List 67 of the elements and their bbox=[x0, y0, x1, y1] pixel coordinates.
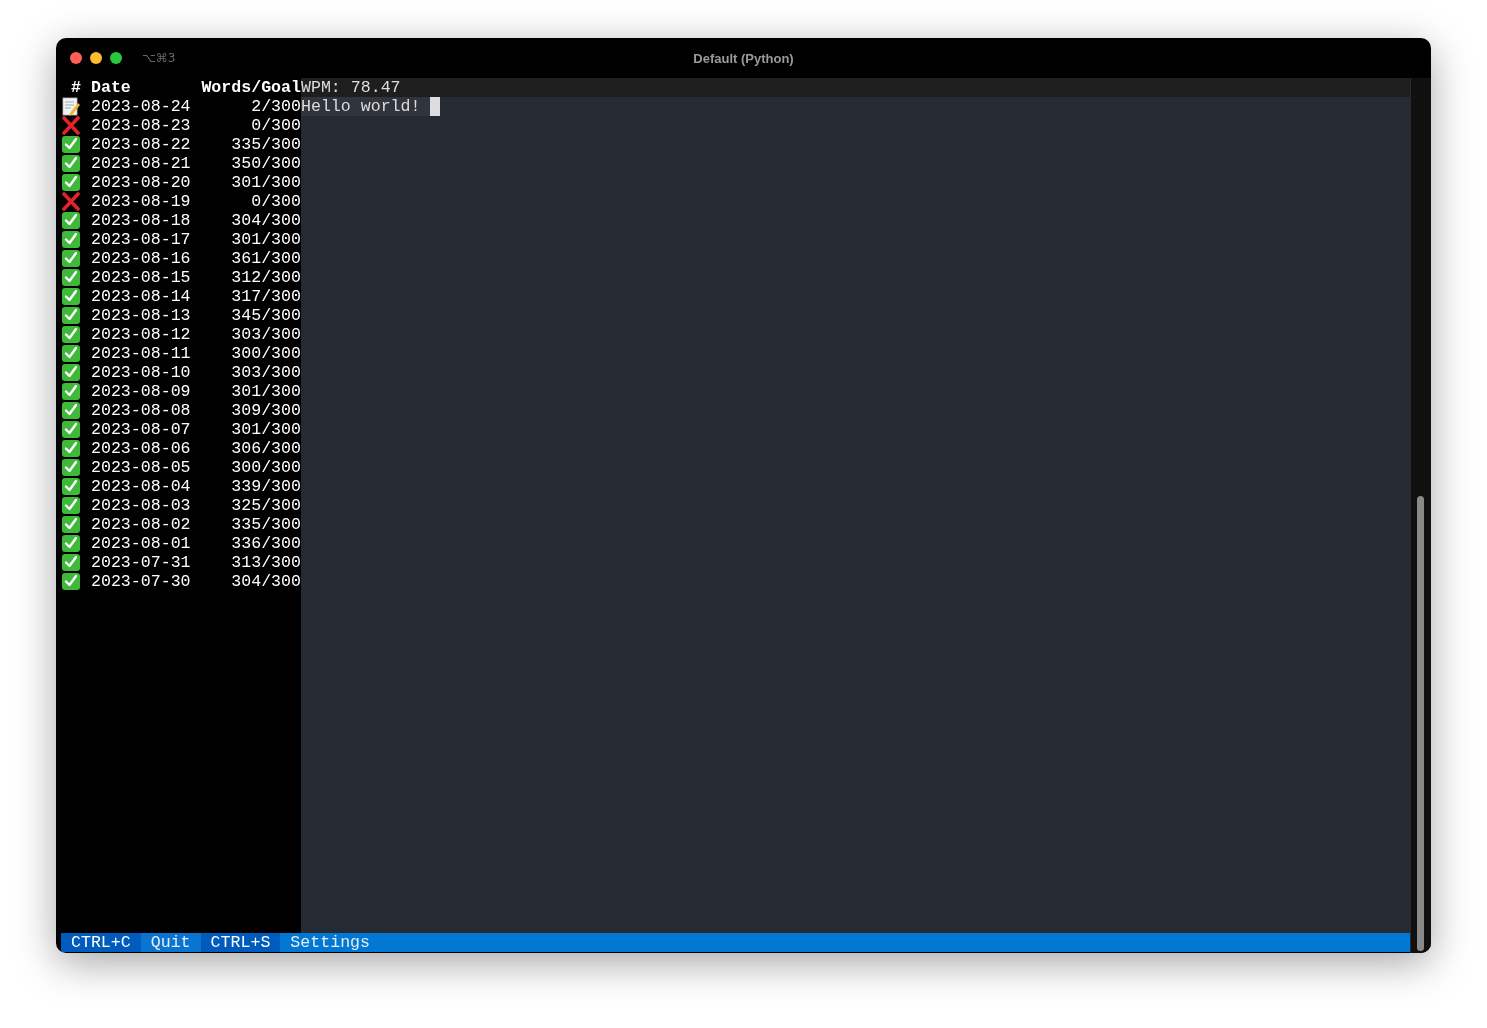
date-cell: 2023-08-22 bbox=[91, 135, 191, 154]
tab-shortcut: ⌥⌘3 bbox=[142, 51, 176, 65]
word-count-cell-text: 301/300 bbox=[230, 420, 301, 439]
scrollbar-thumb[interactable] bbox=[1417, 496, 1424, 951]
shortcut-key[interactable]: CTRL+S bbox=[200, 933, 281, 952]
date-cell: 2023-08-13 bbox=[91, 306, 191, 325]
date-cell: 2023-08-14 bbox=[91, 287, 191, 306]
column-header: Words/Goal bbox=[200, 78, 301, 97]
date-cell: 2023-08-07 bbox=[91, 420, 191, 439]
minimize-button[interactable] bbox=[90, 52, 102, 64]
close-button[interactable] bbox=[70, 52, 82, 64]
date-cell: 2023-08-08 bbox=[91, 401, 191, 420]
date-cell: 2023-08-12 bbox=[91, 325, 191, 344]
word-count-cell-text: 361/300 bbox=[230, 249, 301, 268]
word-count-cell-text: 309/300 bbox=[230, 401, 301, 420]
date-cell: 2023-07-31 bbox=[91, 553, 191, 572]
date-cell: 2023-08-06 bbox=[91, 439, 191, 458]
word-count-cell-text: 300/300 bbox=[230, 458, 301, 477]
column-header: Date bbox=[91, 78, 132, 97]
date-cell: 2023-08-24 bbox=[91, 97, 191, 116]
date-cell: 2023-08-18 bbox=[91, 211, 191, 230]
word-count-cell-text: 313/300 bbox=[230, 553, 301, 572]
date-cell: 2023-08-04 bbox=[91, 477, 191, 496]
word-count-cell-text: 336/300 bbox=[230, 534, 301, 553]
date-cell: 2023-08-21 bbox=[91, 154, 191, 173]
word-count-cell-text: 301/300 bbox=[230, 230, 301, 249]
word-count-cell-text: 335/300 bbox=[230, 515, 301, 534]
date-cell: 2023-08-09 bbox=[91, 382, 191, 401]
date-cell: 2023-08-05 bbox=[91, 458, 191, 477]
word-count-cell-text: 2/300 bbox=[250, 97, 301, 116]
word-count-cell-text: 300/300 bbox=[230, 344, 301, 363]
word-count-cell-text: 303/300 bbox=[230, 325, 301, 344]
zoom-button[interactable] bbox=[110, 52, 122, 64]
word-count-cell-text: 345/300 bbox=[230, 306, 301, 325]
date-cell: 2023-08-17 bbox=[91, 230, 191, 249]
date-cell: 2023-08-23 bbox=[91, 116, 191, 135]
word-count-cell-text: 301/300 bbox=[230, 382, 301, 401]
text-cursor bbox=[430, 97, 441, 116]
date-cell: 2023-08-19 bbox=[91, 192, 191, 211]
shortcut-key[interactable]: CTRL+C bbox=[61, 933, 141, 952]
word-count-cell-text: 325/300 bbox=[230, 496, 301, 515]
shortcut-label[interactable]: Quit bbox=[140, 933, 201, 952]
word-count-cell-text: 301/300 bbox=[230, 173, 301, 192]
date-cell: 2023-08-16 bbox=[91, 249, 191, 268]
word-count-cell-text: 335/300 bbox=[230, 135, 301, 154]
date-cell: 2023-08-20 bbox=[91, 173, 191, 192]
word-count-cell-text: 350/300 bbox=[230, 154, 301, 173]
date-cell: 2023-08-15 bbox=[91, 268, 191, 287]
word-count-cell-text: 306/300 bbox=[230, 439, 301, 458]
word-count-cell-text: 303/300 bbox=[230, 363, 301, 382]
word-count-cell-text: 312/300 bbox=[230, 268, 301, 287]
date-cell: 2023-08-10 bbox=[91, 363, 191, 382]
word-count-cell-text: 0/300 bbox=[250, 192, 301, 211]
word-count-cell-text: 0/300 bbox=[250, 116, 301, 135]
date-cell: 2023-08-02 bbox=[91, 515, 191, 534]
column-header: # bbox=[70, 78, 81, 97]
shortcut-label[interactable]: Settings bbox=[280, 933, 380, 952]
word-count-cell-text: 304/300 bbox=[230, 211, 301, 230]
date-cell: 2023-08-01 bbox=[91, 534, 191, 553]
window-title: Default (Python) bbox=[693, 50, 794, 66]
word-count-cell-text: 317/300 bbox=[230, 287, 301, 306]
date-cell: 2023-07-30 bbox=[91, 572, 191, 591]
date-cell: 2023-08-03 bbox=[91, 496, 191, 515]
word-count-cell-text: 339/300 bbox=[230, 477, 301, 496]
word-count-cell-text: 304/300 bbox=[230, 572, 301, 591]
wpm-bar: WPM: 78.47 bbox=[301, 78, 1410, 97]
date-cell: 2023-08-11 bbox=[91, 344, 191, 363]
